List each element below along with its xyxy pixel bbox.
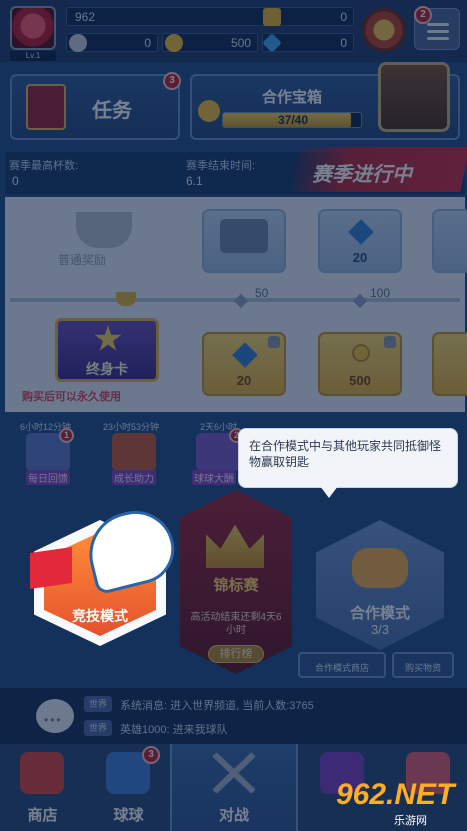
gold-coin-icon [352,344,370,362]
season-end-value: 6.1 [186,174,203,188]
lifetime-card-label: 终身卡 [86,361,128,377]
gold-bar[interactable]: 500 [162,33,258,52]
competitive-mode-label: 竞技模式 [72,608,128,624]
milestone-label: 100 [370,286,391,300]
buy-supplies-label: 购买物资 [404,663,441,673]
coop-count: 3/3 [370,622,390,637]
star-icon [94,325,122,351]
task-label: 任务 [92,100,132,122]
normal-reward-label: 普通奖励 [58,253,107,267]
chest-title: 合作宝箱 [262,89,323,106]
watermark-main: 962.NET [336,778,455,811]
tournament-desc: 高活动结束还剩4天6小时 [190,612,282,636]
growth-boost-event[interactable] [112,433,156,471]
silver-coin-icon [69,34,87,52]
nav-balls-badge: 3 [142,746,160,764]
tooltip-text: 在合作模式中与其他玩家共同抵御怪物赢取钥匙 [249,439,442,469]
flag-icon [30,547,72,589]
gem-icon [348,219,374,245]
gem-icon [262,33,282,53]
alt-gold-count: 0 [144,36,151,50]
watermark-logo: 962.NET 乐游网 [328,778,466,828]
coop-title: 合作模式 [349,605,410,622]
event-name: 成长助力 [112,470,156,485]
coop-shop-button[interactable]: 合作模式商店 [298,652,386,678]
gold-count: 500 [230,36,251,50]
nav-battle[interactable]: 对战 [170,744,298,831]
tutorial-tooltip: 在合作模式中与其他玩家共同抵御怪物赢取钥匙 [238,428,458,488]
season-trophies-value: 0 [12,174,19,188]
chest-progress-bar: 37/40 [222,112,362,128]
tooltip-tail [320,486,338,498]
premium-reward-value: 500 [349,373,371,388]
chest-icon [220,219,268,253]
season-end-label: 赛季结束时间: [186,160,256,172]
task-badge: 3 [163,72,181,90]
alt-gold-bar[interactable]: 0 [66,33,158,52]
coop-chest-button[interactable]: 合作宝箱 37/40 [190,62,460,140]
handshake-icon [352,548,408,588]
chat-message: 系统消息: 进入世界频道, 当前人数:3765 [120,700,314,712]
premium-reward-value: 20 [236,373,252,388]
trophy-extra: 0 [340,10,347,24]
coop-shop-label: 合作模式商店 [314,663,369,673]
free-reward-value: 20 [352,250,368,265]
task-button[interactable]: 任务 [10,74,180,140]
task-book-icon [26,84,66,130]
crossed-swords-icon [212,752,256,794]
tournament-title: 锦标赛 [213,577,259,594]
lock-icon [384,336,396,348]
trophy-cup-icon [76,212,132,248]
chat-channel-tag: 世界 [84,720,112,736]
season-banner-text: 赛季进行中 [312,164,412,186]
chest-progress-text: 37/40 [277,113,309,127]
pointing-hand-icon [80,502,182,596]
gem-bar[interactable]: 0 [262,33,354,53]
lifetime-card[interactable]: 终身卡 [55,318,159,382]
shield-badge-icon[interactable] [362,8,406,52]
player-level: Lv.1 [10,51,56,61]
premium-reward-tile[interactable]: 20 [202,332,286,396]
nav-shop-label: 商店 [27,807,58,824]
track-trophy-icon [116,292,136,306]
lock-icon [268,336,280,348]
event-badge: 1 [59,428,74,443]
trophy-count: 962 [75,10,96,24]
nav-battle-label: 对战 [218,807,249,824]
trophy-bar: 962 0 [66,7,354,26]
watermark-sub: 乐游网 [394,815,427,827]
event-timer: 23小时53分钟 [103,422,160,432]
gem-icon [232,342,258,368]
treasure-chest-icon [378,62,450,132]
nav-shop[interactable]: 商店 [0,744,85,831]
buy-supplies-button[interactable]: 购买物资 [392,652,454,678]
key-coin-icon [198,100,220,122]
leaderboard-button[interactable]: 排行榜 [208,645,264,663]
season-trophies-label: 赛季最高杯数: [9,160,79,172]
gem-count: 0 [340,36,347,50]
gold-coin-icon [165,34,183,52]
chat-dots-icon: ••• [44,713,63,727]
milestone-label: 50 [255,286,269,300]
chat-message: 英雄1000: 进来我球队 [120,724,228,736]
event-name: 每日回馈 [26,470,70,485]
free-reward-tile[interactable] [432,209,467,273]
shop-icon [20,752,64,794]
menu-badge: 2 [414,6,432,24]
trophy-icon [263,8,281,26]
premium-reward-tile[interactable]: 500 [318,332,402,396]
event-name: 球球大酬 [192,470,236,485]
free-reward-tile[interactable] [202,209,286,273]
free-reward-tile[interactable]: 20 [318,209,402,273]
chat-channel-tag: 世界 [84,696,112,712]
nav-balls-label: 球球 [113,807,144,824]
premium-reward-tile[interactable] [432,332,467,396]
lifetime-note: 购买后可以永久使用 [22,391,121,403]
avatar[interactable] [10,6,56,50]
